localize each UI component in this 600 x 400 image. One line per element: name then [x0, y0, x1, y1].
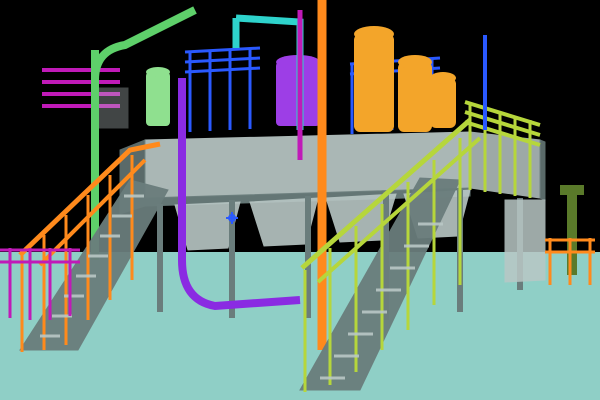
storage-tank[interactable]	[354, 26, 394, 132]
plant-scene[interactable]	[0, 0, 600, 400]
3d-viewport[interactable]	[0, 0, 600, 400]
storage-tank[interactable]	[398, 55, 432, 132]
storage-tank[interactable]	[430, 72, 456, 128]
storage-tank[interactable]	[146, 67, 170, 126]
